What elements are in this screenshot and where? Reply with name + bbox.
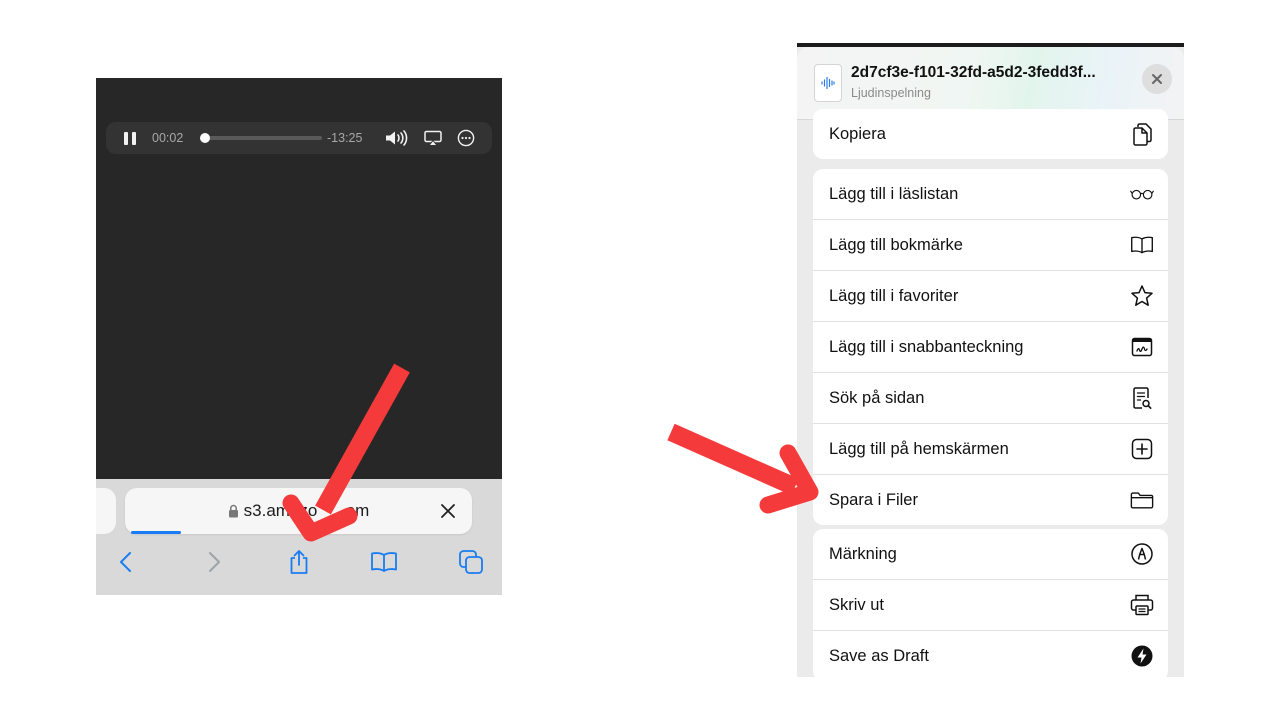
action-find-on-page[interactable]: Sök på sidan bbox=[813, 373, 1168, 424]
action-label: Lägg till i läslistan bbox=[829, 185, 959, 203]
action-label: Märkning bbox=[829, 545, 897, 563]
tabs-icon bbox=[459, 550, 483, 574]
scrubber-knob[interactable] bbox=[200, 133, 210, 143]
star-icon bbox=[1130, 284, 1154, 308]
audio-player: 00:02 -13:25 bbox=[106, 122, 492, 154]
forward-button[interactable] bbox=[199, 547, 229, 577]
share-group-more: Märkning Skriv ut Save as Draft bbox=[813, 529, 1168, 677]
close-sheet-button[interactable] bbox=[1142, 64, 1172, 94]
page-load-progress bbox=[131, 531, 181, 534]
action-add-to-quick-note[interactable]: Lägg till i snabbanteckning bbox=[813, 322, 1168, 373]
action-label: Save as Draft bbox=[829, 647, 929, 665]
elapsed-time: 00:02 bbox=[152, 131, 184, 145]
markup-icon bbox=[1130, 542, 1154, 566]
chevron-left-icon bbox=[120, 552, 131, 572]
action-label: Lägg till på hemskärmen bbox=[829, 440, 1009, 458]
close-icon[interactable] bbox=[438, 501, 458, 521]
share-group-actions: Lägg till i läslistan Lägg till bokmärke… bbox=[813, 169, 1168, 525]
action-label: Lägg till i snabbanteckning bbox=[829, 338, 1024, 356]
action-markup[interactable]: Märkning bbox=[813, 529, 1168, 580]
action-label: Spara i Filer bbox=[829, 491, 918, 509]
playback-scrubber[interactable] bbox=[200, 133, 322, 143]
quick-note-icon bbox=[1130, 335, 1154, 359]
action-save-to-files[interactable]: Spara i Filer bbox=[813, 475, 1168, 525]
book-icon bbox=[371, 552, 397, 572]
action-label: Skriv ut bbox=[829, 596, 885, 614]
volume-icon[interactable] bbox=[384, 122, 410, 154]
more-options-icon[interactable] bbox=[457, 122, 475, 154]
find-in-page-icon bbox=[1130, 386, 1154, 410]
action-add-bookmark[interactable]: Lägg till bokmärke bbox=[813, 220, 1168, 271]
safari-screenshot: 00:02 -13:25 s3.amazo om bbox=[96, 78, 502, 595]
red-arrow-save-to-files bbox=[667, 423, 819, 514]
remaining-time: -13:25 bbox=[327, 131, 363, 145]
safari-bottom-bar: s3.amazo om bbox=[96, 479, 502, 595]
address-bar[interactable]: s3.amazo om bbox=[125, 488, 472, 534]
folder-icon bbox=[1130, 488, 1154, 512]
share-group-copy: Kopiera bbox=[813, 109, 1168, 159]
audio-file-thumbnail bbox=[814, 64, 842, 102]
chevron-right-icon bbox=[209, 552, 220, 572]
url-text: s3.amazo om bbox=[243, 501, 370, 520]
action-label: Lägg till bokmärke bbox=[829, 236, 963, 254]
share-sheet: 2d7cf3e-f101-32fd-a5d2-3fedd3f... Ljudin… bbox=[797, 43, 1184, 677]
action-add-to-reading-list[interactable]: Lägg till i läslistan bbox=[813, 169, 1168, 220]
file-type: Ljudinspelning bbox=[851, 86, 931, 100]
bolt-icon bbox=[1130, 644, 1154, 668]
glasses-icon bbox=[1130, 182, 1154, 206]
waveform-icon bbox=[821, 76, 835, 90]
book-icon bbox=[1130, 233, 1154, 257]
share-icon bbox=[290, 550, 308, 574]
action-copy[interactable]: Kopiera bbox=[813, 109, 1168, 159]
action-save-as-draft[interactable]: Save as Draft bbox=[813, 631, 1168, 677]
previous-tab[interactable] bbox=[96, 488, 116, 534]
action-print[interactable]: Skriv ut bbox=[813, 580, 1168, 631]
copy-icon bbox=[1130, 122, 1154, 146]
share-button[interactable] bbox=[284, 547, 314, 577]
close-icon bbox=[1152, 74, 1162, 84]
back-button[interactable] bbox=[111, 547, 141, 577]
bookmarks-button[interactable] bbox=[369, 547, 399, 577]
action-add-to-home-screen[interactable]: Lägg till på hemskärmen bbox=[813, 424, 1168, 475]
action-label: Sök på sidan bbox=[829, 389, 925, 407]
pause-button[interactable] bbox=[124, 122, 136, 154]
airplay-icon[interactable] bbox=[424, 122, 442, 154]
action-add-to-favorites[interactable]: Lägg till i favoriter bbox=[813, 271, 1168, 322]
lock-icon bbox=[228, 504, 238, 518]
file-name: 2d7cf3e-f101-32fd-a5d2-3fedd3f... bbox=[851, 64, 1096, 81]
tabs-button[interactable] bbox=[456, 547, 486, 577]
printer-icon bbox=[1130, 593, 1154, 617]
action-label: Kopiera bbox=[829, 125, 886, 143]
action-label: Lägg till i favoriter bbox=[829, 287, 959, 305]
add-square-icon bbox=[1130, 437, 1154, 461]
